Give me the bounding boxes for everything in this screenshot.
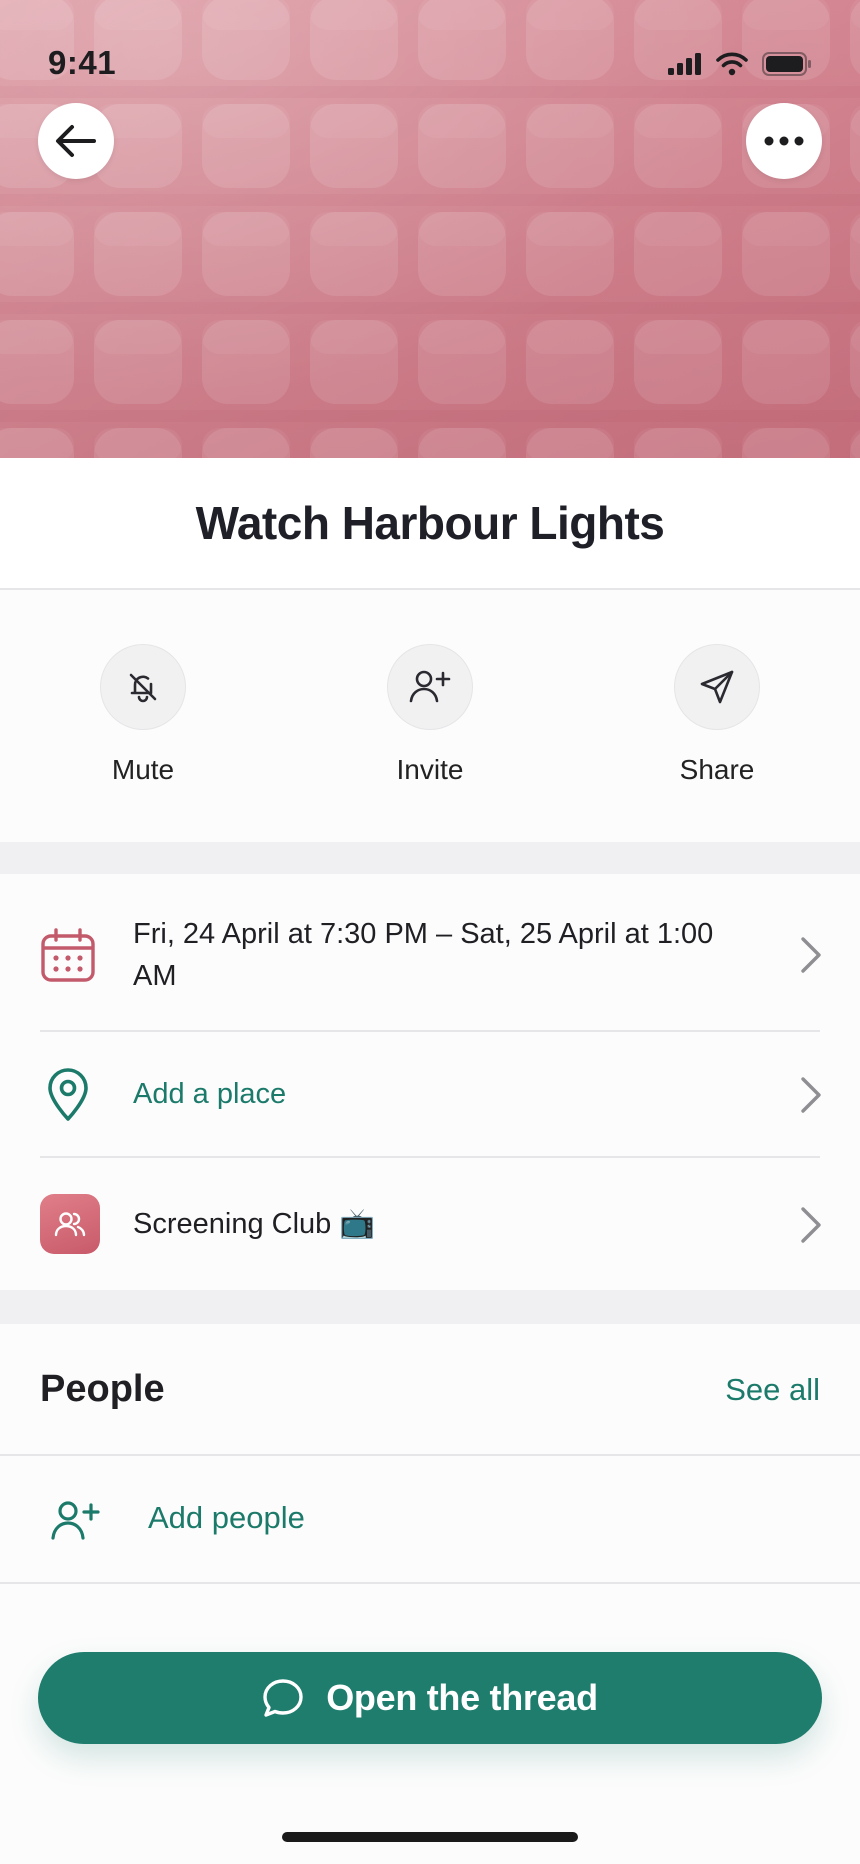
user-plus-icon — [51, 1501, 100, 1540]
people-header: People See all — [0, 1324, 860, 1456]
more-dots-icon — [764, 136, 804, 146]
open-thread-button[interactable]: Open the thread — [38, 1652, 822, 1744]
place-row[interactable]: Add a place — [0, 1032, 860, 1158]
event-title: Watch Harbour Lights — [195, 497, 665, 549]
cover-image: 9:41 — [0, 0, 860, 458]
mute-icon-circle — [100, 644, 186, 730]
see-all-link[interactable]: See all — [725, 1372, 820, 1408]
calendar-icon — [41, 928, 95, 982]
arrow-left-icon — [56, 125, 96, 157]
share-button[interactable]: Share — [617, 644, 817, 786]
people-section: People See all Add people — [0, 1324, 860, 1584]
section-divider — [0, 842, 860, 874]
location-pin-icon — [48, 1068, 88, 1121]
invite-icon-circle — [387, 644, 473, 730]
people-title: People — [40, 1368, 165, 1410]
invite-button[interactable]: Invite — [330, 644, 530, 786]
send-icon — [700, 670, 734, 704]
add-place-text: Add a place — [133, 1078, 287, 1110]
chevron-right-icon — [801, 937, 821, 973]
group-name: Screening Club 📺 — [133, 1208, 376, 1240]
chevron-right-icon — [801, 1077, 821, 1113]
user-plus-icon — [409, 670, 451, 703]
datetime-line1: Fri, 24 April at 7:30 PM – Sat, 25 April… — [133, 918, 714, 950]
battery-icon — [762, 52, 811, 76]
chat-bubble-icon — [263, 1679, 303, 1717]
chevron-right-icon — [801, 1207, 821, 1243]
open-thread-label: Open the thread — [326, 1677, 598, 1718]
wifi-icon — [716, 52, 748, 76]
group-people-icon — [54, 1212, 86, 1237]
more-options-button[interactable] — [746, 103, 822, 179]
back-button[interactable] — [38, 103, 114, 179]
group-row[interactable]: Screening Club 📺 — [0, 1158, 860, 1290]
status-icons — [668, 52, 812, 76]
datetime-text: Fri, 24 April at 7:30 PM – Sat, 25 April… — [133, 913, 713, 997]
event-details: Fri, 24 April at 7:30 PM – Sat, 25 April… — [0, 874, 860, 1290]
group-avatar — [40, 1194, 100, 1254]
mute-label: Mute — [111, 754, 175, 785]
title-section: Watch Harbour Lights — [0, 458, 860, 590]
section-divider — [0, 1290, 860, 1324]
datetime-row[interactable]: Fri, 24 April at 7:30 PM – Sat, 25 April… — [0, 874, 860, 1032]
bell-off-icon — [129, 673, 157, 703]
share-label: Share — [679, 754, 755, 785]
add-people-row[interactable]: Add people — [0, 1458, 860, 1584]
share-icon-circle — [674, 644, 760, 730]
mute-button[interactable]: Mute — [43, 644, 243, 786]
datetime-line2: AM — [133, 960, 177, 992]
signal-icon — [668, 53, 701, 75]
action-bar: Mute Invite Share — [0, 592, 860, 842]
home-indicator[interactable] — [282, 1832, 578, 1842]
invite-label: Invite — [396, 754, 464, 785]
status-time: 9:41 — [48, 44, 117, 81]
add-people-label: Add people — [148, 1500, 305, 1535]
